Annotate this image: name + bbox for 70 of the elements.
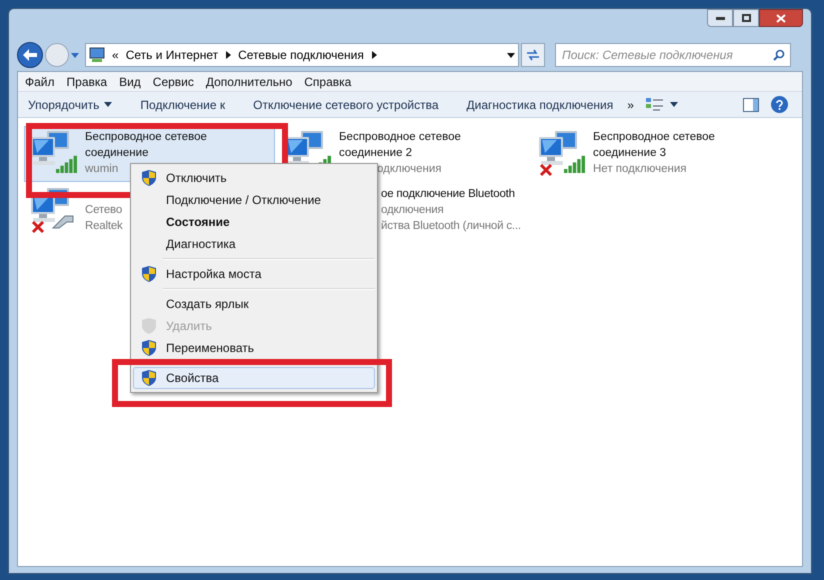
toolbar-button[interactable]: Отключение сетевого устройства	[253, 96, 438, 114]
question-mark-icon	[776, 100, 783, 110]
history-dropdown[interactable]	[71, 52, 81, 58]
left-arrow-icon	[23, 49, 37, 61]
menu-item[interactable]: Справка	[298, 72, 358, 90]
menu-item[interactable]: Вид	[113, 72, 147, 90]
connection-status: wumin	[85, 162, 120, 177]
connection-status: Realtek	[85, 219, 123, 234]
connection-name: Беспроводное сетевое	[593, 130, 715, 145]
toolbar-button[interactable]: Диагностика подключения	[466, 96, 614, 114]
toolbar-button[interactable]: Подключение к	[140, 96, 226, 114]
connection-status: йства Bluetooth (личной с...	[381, 219, 521, 234]
context-menu-item[interactable]: Подключение / Отключение	[133, 189, 375, 211]
context-menu-item[interactable]: Свойства	[133, 367, 375, 389]
view-list-icon	[646, 98, 664, 112]
connection-name: соединение 2	[339, 146, 414, 161]
context-menu-item[interactable]: Создать ярлык	[133, 293, 375, 315]
error-cross-icon	[539, 163, 553, 177]
error-cross-icon	[31, 220, 45, 234]
breadcrumb[interactable]: Сеть и Интернет	[126, 46, 218, 64]
context-menu-item[interactable]: Переименовать	[133, 337, 375, 359]
shield-icon	[142, 340, 156, 356]
preview-pane-button[interactable]	[743, 98, 759, 112]
connection-status: Нет подключения	[593, 162, 688, 177]
menu-item[interactable]: Сервис	[146, 72, 200, 90]
signal-icon	[56, 155, 78, 173]
overflow-mark: «	[112, 47, 119, 64]
pane-icon	[743, 98, 759, 112]
caret-icon	[104, 102, 112, 107]
connection-status: одключения	[381, 203, 444, 218]
view-button[interactable]	[646, 98, 678, 112]
connection-item[interactable]: Беспроводное сетевое соединение 3 Нет подключения	[532, 126, 783, 182]
connection-name: ое подключение Bluetooth	[381, 187, 516, 202]
context-menu-item[interactable]: Диагностика	[133, 233, 375, 255]
context-menu-item[interactable]: Настройка моста	[133, 263, 375, 285]
help-button[interactable]	[771, 96, 788, 113]
caret-icon	[670, 102, 678, 107]
connection-name: Беспроводное сетевое	[85, 130, 207, 145]
menu-item[interactable]: Правка	[60, 72, 114, 90]
breadcrumb[interactable]: Сетевые подключения	[238, 46, 364, 64]
connection-name: Беспроводное сетевое	[339, 130, 461, 145]
shield-icon	[142, 266, 156, 282]
toolbar-button[interactable]: Упорядочить	[28, 96, 112, 114]
caret-icon	[71, 52, 79, 58]
shield-icon	[142, 318, 156, 334]
connection-status: одключения	[377, 162, 442, 177]
more-button[interactable]: »	[627, 96, 634, 114]
context-menu-item[interactable]: Состояние	[133, 211, 375, 233]
address-field[interactable]: « Сеть и Интернет Сетевые подключения	[85, 43, 519, 67]
menu-item[interactable]: Файл	[19, 72, 61, 90]
caret-icon	[507, 52, 515, 58]
search-icon	[773, 49, 785, 61]
shield-icon	[142, 170, 156, 186]
menu-item[interactable]: Дополнительно	[200, 72, 298, 90]
close-icon	[776, 14, 786, 22]
minimize-button[interactable]	[707, 9, 733, 27]
refresh-button[interactable]	[521, 43, 545, 67]
search-field[interactable]: Поиск: Сетевые подключения	[555, 43, 791, 67]
refresh-arrows-icon	[526, 49, 540, 61]
maximize-button[interactable]	[733, 9, 759, 27]
crumb-arrow-icon	[226, 51, 232, 59]
crumb-arrow-icon	[372, 51, 377, 59]
connection-name: соединение	[85, 146, 150, 161]
back-button[interactable]	[17, 42, 43, 68]
signal-icon	[564, 155, 586, 173]
connection-status: Сетево	[85, 203, 123, 218]
shield-icon	[142, 370, 156, 386]
close-button[interactable]	[759, 9, 803, 27]
network-folder-icon	[89, 47, 105, 63]
connection-name: соединение 3	[593, 146, 668, 161]
